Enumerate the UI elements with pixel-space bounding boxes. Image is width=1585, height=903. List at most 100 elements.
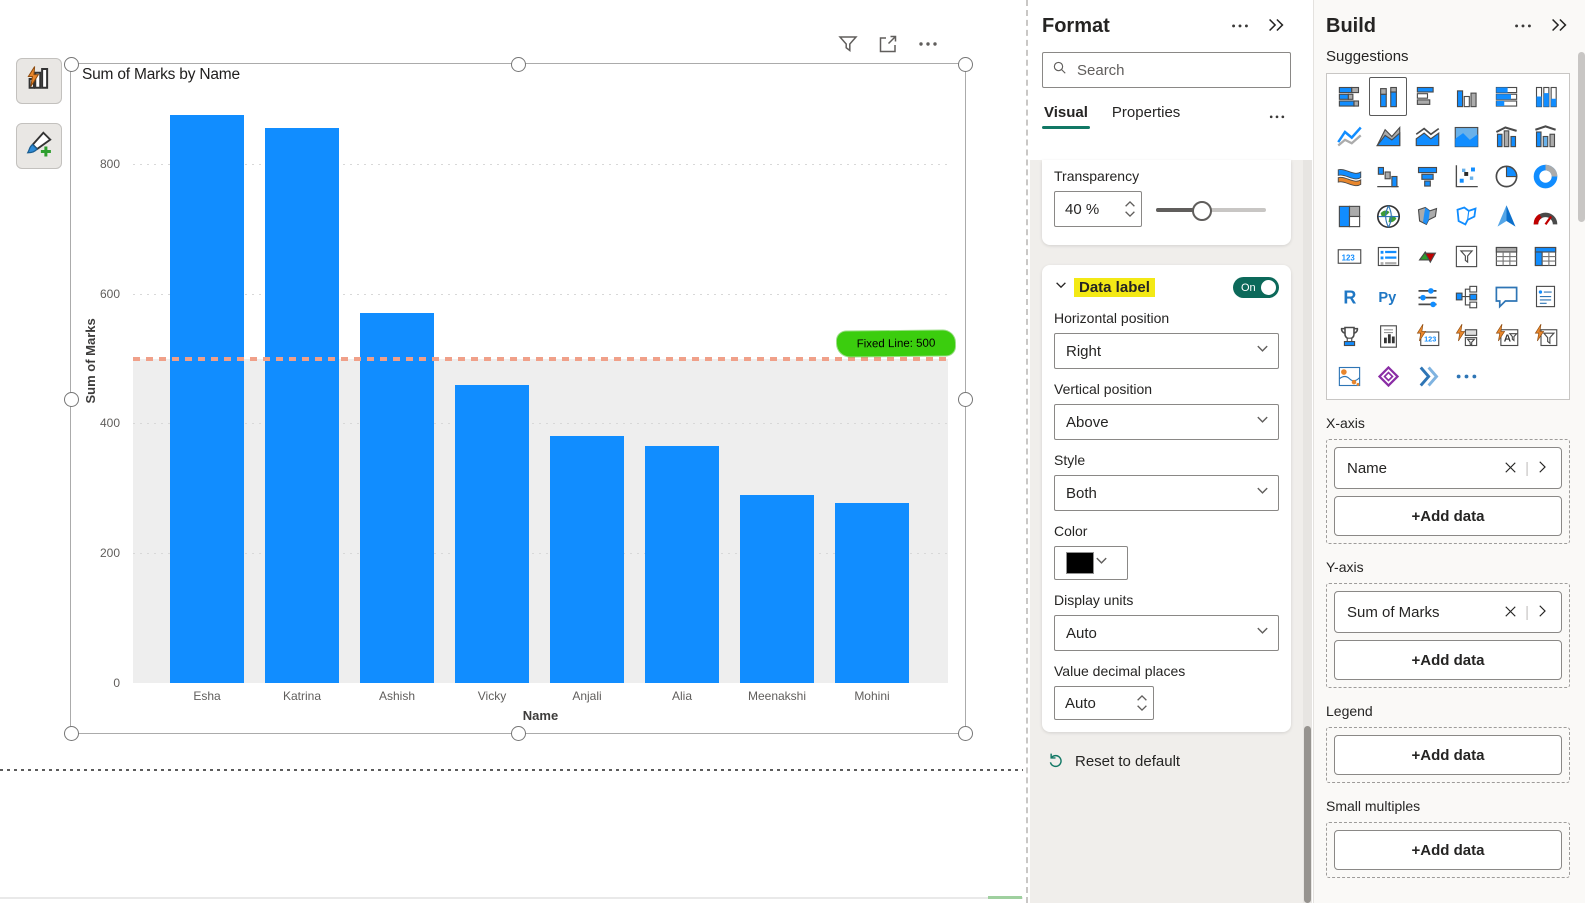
arcgis-map-icon[interactable]	[1330, 357, 1368, 396]
power-apps-icon[interactable]	[1369, 357, 1407, 396]
resize-handle-middle-left[interactable]	[64, 392, 79, 407]
build-pane-scrollbar-thumb[interactable]	[1578, 52, 1585, 222]
collapse-pane-icon[interactable]	[1265, 14, 1289, 38]
build-collapse-pane-icon[interactable]	[1548, 14, 1572, 38]
reset-to-default-button[interactable]: Reset to default	[1046, 750, 1287, 773]
r-script-visual-icon[interactable]: R	[1330, 277, 1368, 316]
x-axis-add-data-button[interactable]: +Add data	[1334, 496, 1562, 536]
resize-handle-bottom-left[interactable]	[64, 726, 79, 741]
bar-vicky[interactable]	[455, 385, 529, 683]
q-and-a-icon[interactable]	[1487, 277, 1525, 316]
slicer-icon[interactable]	[1448, 237, 1486, 276]
azure-map-icon[interactable]	[1487, 197, 1525, 236]
clustered-bar-chart-icon[interactable]	[1409, 77, 1447, 116]
more-visuals-icon[interactable]	[1448, 357, 1486, 396]
bar-ashish[interactable]	[360, 313, 434, 683]
bar-anjali[interactable]	[550, 436, 624, 683]
ai-card-icon[interactable]: 123	[1409, 317, 1447, 356]
python-visual-icon[interactable]: Py	[1369, 277, 1407, 316]
filled-map-icon[interactable]	[1409, 197, 1447, 236]
value-decimal-places-spinner[interactable]: Auto	[1054, 686, 1154, 720]
gauge-icon[interactable]	[1527, 197, 1565, 236]
stacked-area-chart-icon[interactable]	[1409, 117, 1447, 156]
line-and-stacked-column-chart-icon[interactable]	[1487, 117, 1525, 156]
funnel-chart-icon[interactable]	[1409, 157, 1447, 196]
build-pane-more-options-icon[interactable]	[1512, 14, 1536, 38]
treemap-icon[interactable]	[1330, 197, 1368, 236]
paginated-report-icon[interactable]	[1369, 317, 1407, 356]
y-axis-add-data-button[interactable]: +Add data	[1334, 640, 1562, 680]
map-icon[interactable]	[1369, 197, 1407, 236]
resize-handle-top-right[interactable]	[958, 57, 973, 72]
filter-icon[interactable]	[836, 32, 860, 56]
tab-visual[interactable]: Visual	[1044, 104, 1088, 129]
transparency-value-spinner[interactable]: 40 %	[1054, 191, 1142, 227]
shape-map-icon[interactable]	[1448, 197, 1486, 236]
card-icon[interactable]: 123	[1330, 237, 1368, 276]
resize-handle-top-middle[interactable]	[511, 57, 526, 72]
resize-handle-bottom-right[interactable]	[958, 726, 973, 741]
small-multiples-add-data-button[interactable]: +Add data	[1334, 830, 1562, 870]
remove-field-icon[interactable]	[1501, 458, 1521, 478]
waterfall-chart-icon[interactable]	[1369, 157, 1407, 196]
tabs-more-options-icon[interactable]	[1267, 106, 1289, 128]
format-pane-more-options-icon[interactable]	[1229, 14, 1253, 38]
tab-properties[interactable]: Properties	[1112, 104, 1180, 129]
format-pane-scrollbar-thumb[interactable]	[1304, 726, 1311, 903]
hundred-stacked-column-chart-icon[interactable]	[1527, 77, 1565, 116]
horizontal-position-dropdown[interactable]: Right	[1054, 333, 1279, 369]
area-chart-icon[interactable]	[1369, 117, 1407, 156]
color-color-picker[interactable]	[1054, 546, 1128, 580]
matrix-icon[interactable]	[1527, 237, 1565, 276]
focus-mode-icon[interactable]	[876, 32, 900, 56]
chevron-down-icon[interactable]	[1054, 278, 1068, 297]
spinner-arrows-icon[interactable]	[1135, 694, 1149, 712]
bar-alia[interactable]	[645, 446, 719, 683]
line-and-clustered-column-chart-icon[interactable]	[1527, 117, 1565, 156]
format-search-box[interactable]	[1042, 52, 1291, 88]
bar-meenakshi[interactable]	[740, 495, 814, 683]
ai-slicer-icon[interactable]	[1448, 317, 1486, 356]
field-options-chevron-icon[interactable]	[1533, 602, 1553, 622]
spinner-arrows-icon[interactable]	[1123, 200, 1137, 218]
vertical-position-dropdown[interactable]: Above	[1054, 404, 1279, 440]
data-label-toggle[interactable]: On	[1233, 277, 1279, 298]
multi-row-card-icon[interactable]	[1369, 237, 1407, 276]
hundred-stacked-area-chart-icon[interactable]	[1448, 117, 1486, 156]
stacked-bar-chart-icon[interactable]	[1330, 77, 1368, 116]
x-axis-field-pill[interactable]: Name|	[1334, 447, 1562, 489]
bar-esha[interactable]	[170, 115, 244, 683]
style-dropdown[interactable]: Both	[1054, 475, 1279, 511]
field-options-chevron-icon[interactable]	[1533, 458, 1553, 478]
more-options-icon[interactable]	[916, 32, 940, 56]
stacked-column-chart-icon[interactable]	[1369, 77, 1407, 116]
ribbon-chart-icon[interactable]	[1330, 157, 1368, 196]
display-units-dropdown[interactable]: Auto	[1054, 615, 1279, 651]
clustered-column-chart-icon[interactable]	[1448, 77, 1486, 116]
resize-handle-top-left[interactable]	[64, 57, 79, 72]
table-icon[interactable]	[1487, 237, 1525, 276]
donut-chart-icon[interactable]	[1527, 157, 1565, 196]
ai-text-icon[interactable]: A	[1487, 317, 1525, 356]
metrics-icon[interactable]	[1330, 317, 1368, 356]
format-visual-button[interactable]	[16, 123, 62, 169]
line-chart-icon[interactable]	[1330, 117, 1368, 156]
power-automate-icon[interactable]	[1409, 357, 1447, 396]
decomposition-tree-icon[interactable]	[1448, 277, 1486, 316]
smart-narrative-icon[interactable]	[1527, 277, 1565, 316]
y-axis-field-pill[interactable]: Sum of Marks|	[1334, 591, 1562, 633]
bar-katrina[interactable]	[265, 128, 339, 683]
slider-thumb[interactable]	[1192, 201, 1212, 221]
remove-field-icon[interactable]	[1501, 602, 1521, 622]
data-label-section-title[interactable]: Data label	[1074, 278, 1155, 297]
kpi-icon[interactable]	[1409, 237, 1447, 276]
legend-add-data-button[interactable]: +Add data	[1334, 735, 1562, 775]
transparency-slider[interactable]	[1156, 200, 1266, 218]
resize-handle-bottom-middle[interactable]	[511, 726, 526, 741]
pie-chart-icon[interactable]	[1487, 157, 1525, 196]
button-slicer-icon[interactable]	[1409, 277, 1447, 316]
search-input[interactable]	[1075, 61, 1282, 80]
resize-handle-middle-right[interactable]	[958, 392, 973, 407]
hundred-stacked-bar-chart-icon[interactable]	[1487, 77, 1525, 116]
bar-mohini[interactable]	[835, 503, 909, 683]
